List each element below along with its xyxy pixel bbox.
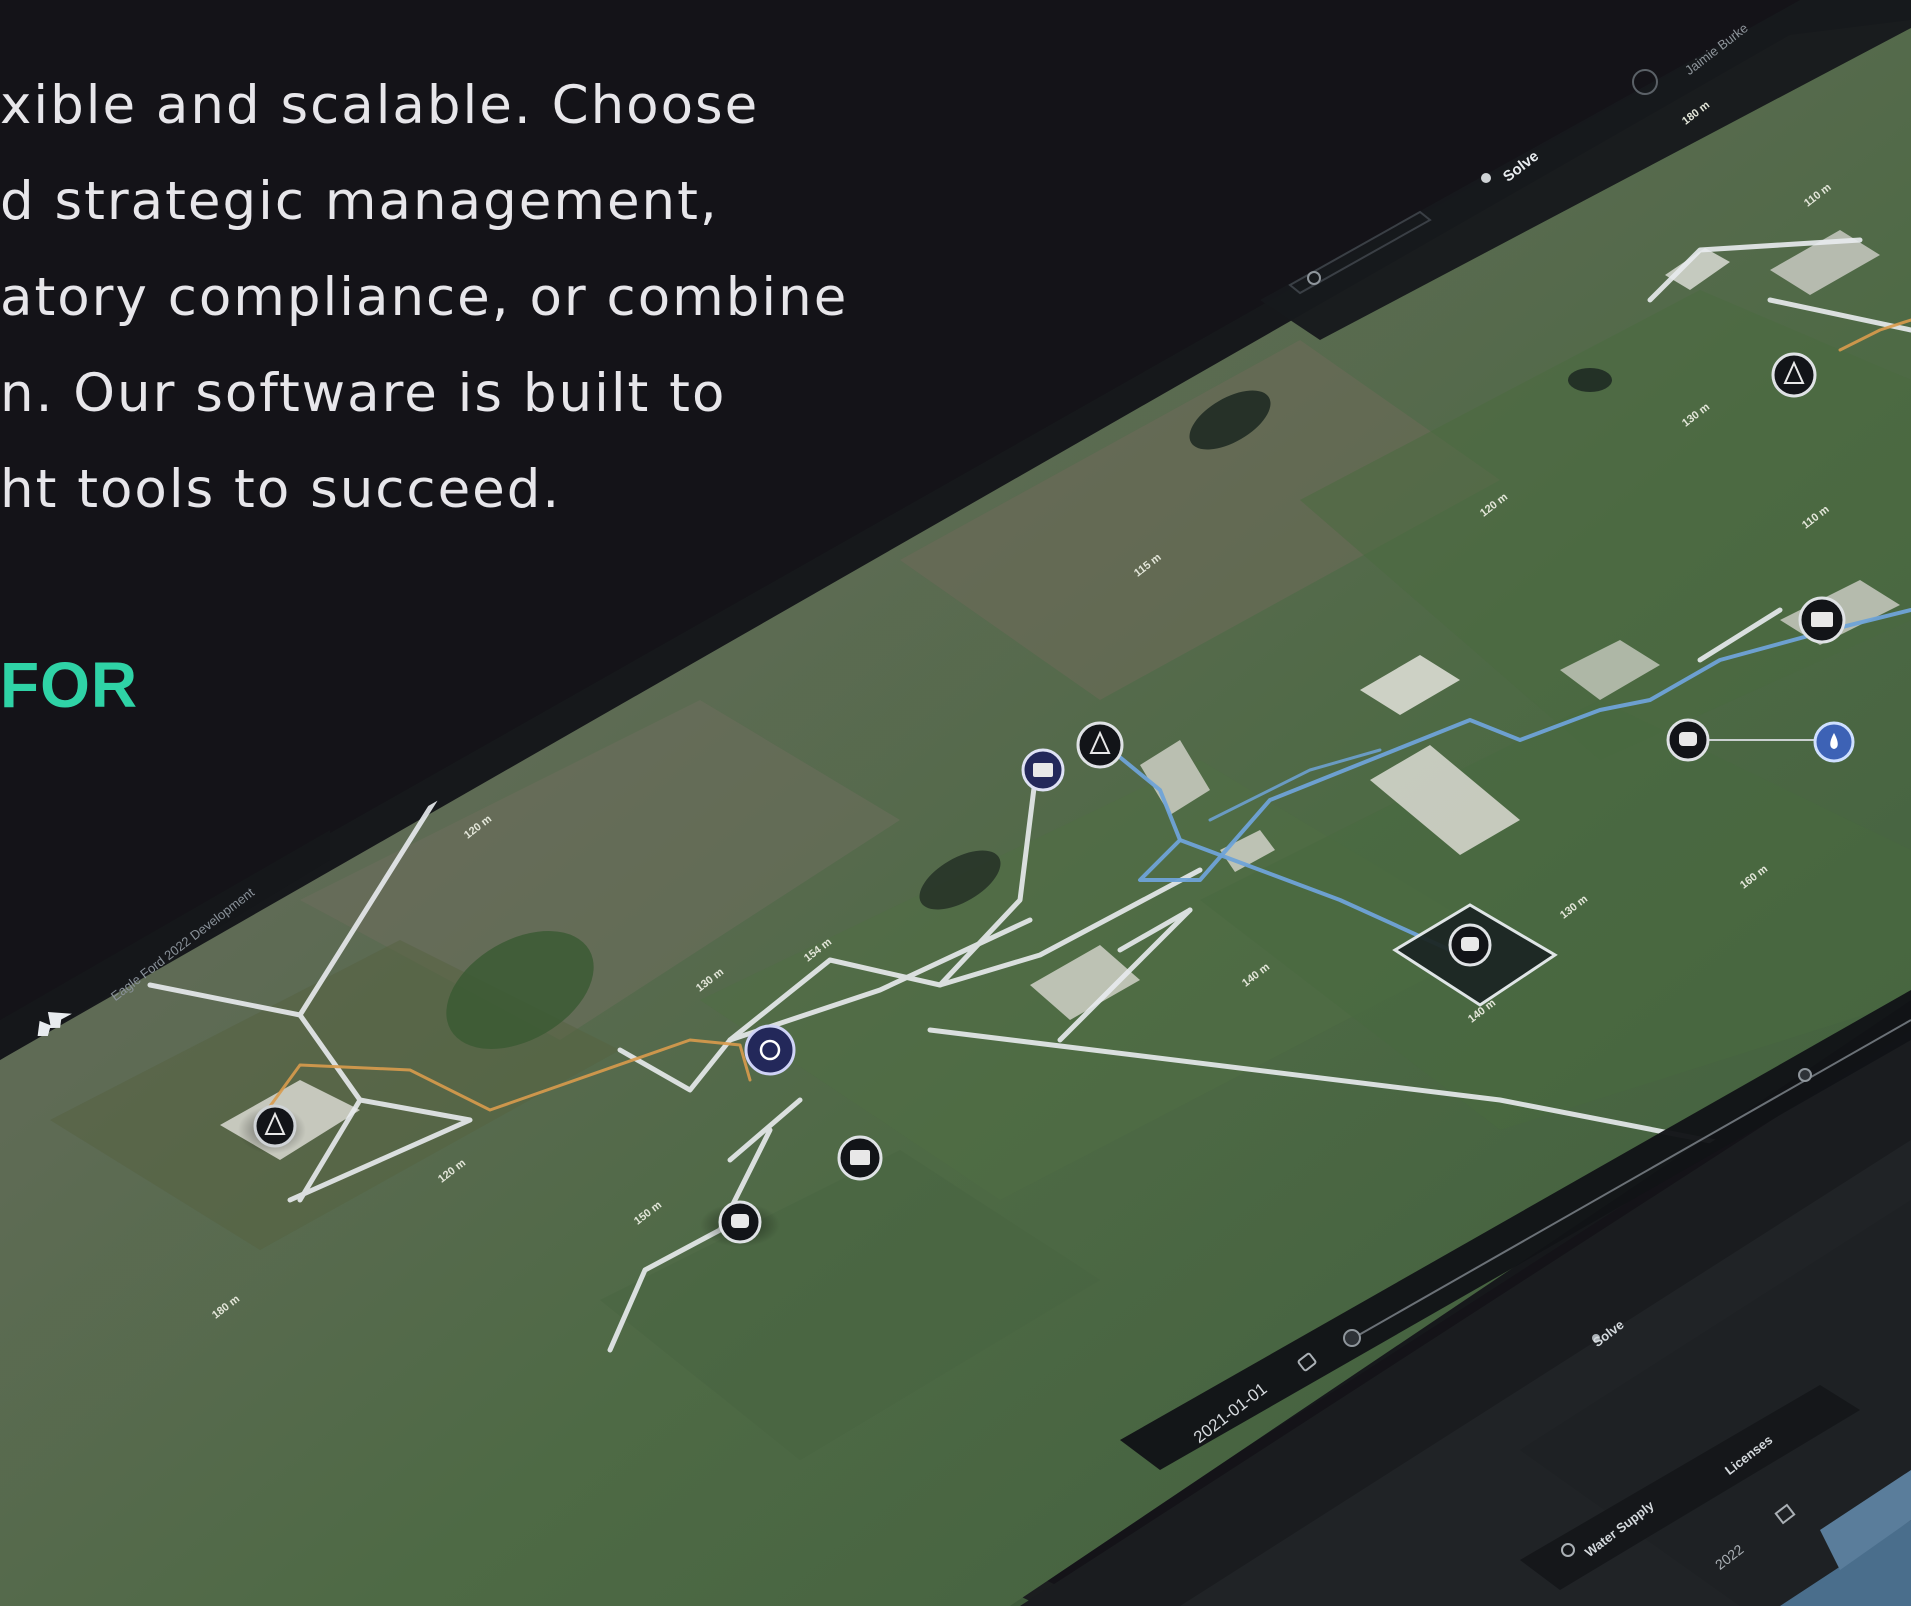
- rig-marker-2[interactable]: [1076, 721, 1124, 769]
- facility-marker[interactable]: [837, 1135, 883, 1181]
- rig-marker[interactable]: [238, 1104, 306, 1154]
- copy-line-4: n. Our software is built to: [0, 363, 727, 424]
- facility-marker-3[interactable]: [1798, 596, 1846, 644]
- copy-accent-heading: FOR: [0, 649, 139, 721]
- copy-line-3: atory compliance, or combine: [0, 267, 849, 328]
- marketing-copy: xible and scalable. Choose d strategic m…: [0, 58, 849, 538]
- page: xible and scalable. Choose d strategic m…: [0, 0, 1911, 1606]
- well-marker-selected[interactable]: [744, 1024, 796, 1076]
- app-logo-icon[interactable]: [24, 1006, 78, 1040]
- copy-line-2: d strategic management,: [0, 171, 719, 232]
- tank-marker-3[interactable]: [1666, 718, 1710, 762]
- facility-marker-2[interactable]: [1021, 748, 1065, 792]
- rig-marker-3[interactable]: [1771, 352, 1817, 398]
- tank-marker-2[interactable]: [1448, 923, 1492, 967]
- water-marker[interactable]: [1813, 721, 1855, 763]
- copy-line-5: ht tools to succeed.: [0, 459, 562, 520]
- copy-line-1: xible and scalable. Choose: [0, 75, 760, 136]
